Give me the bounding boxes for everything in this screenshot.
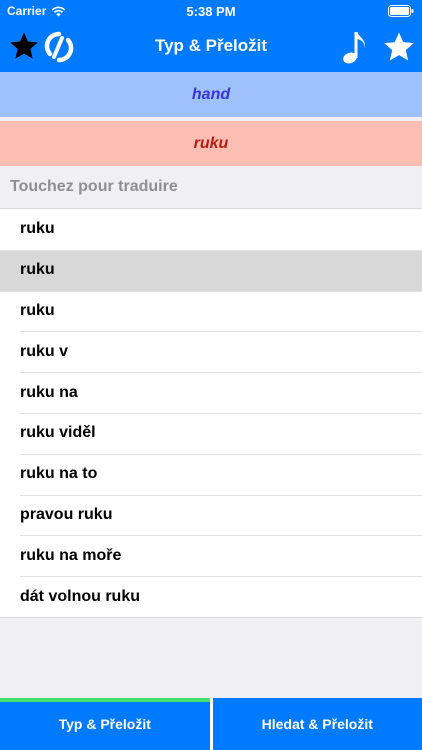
tab-type-translate[interactable]: Typ & Přeložit [0,698,210,750]
suggestions-header: Touchez pour traduire [10,178,178,195]
source-text-field[interactable]: hand [0,72,422,117]
translation-result[interactable]: ruku [0,121,422,166]
list-item-selected[interactable]: ruku [0,249,422,291]
list-item[interactable]: ruku na [0,372,422,413]
status-bar: Carrier 5:38 PM [0,0,422,22]
rate-star-icon[interactable] [382,30,416,64]
list-item[interactable]: dát volnou ruku [0,576,422,617]
music-note-icon[interactable] [340,28,370,66]
tab-bar: Typ & Přeložit Hledat & Přeložit [0,698,422,750]
tab-search-translate[interactable]: Hledat & Přeložit [212,698,422,750]
list-item[interactable]: pravou ruku [0,494,422,536]
translated-text: ruku [193,134,229,152]
list-item[interactable]: ruku na moře [0,535,422,576]
list-item[interactable]: ruku [0,209,422,250]
clock: 5:38 PM [186,4,236,19]
battery-icon [388,5,414,17]
suggestions-list: ruku ruku ruku ruku v ruku na ruku viděl… [0,208,422,618]
list-item[interactable]: ruku viděl [0,412,422,454]
navigation-bar: Typ & Přeložit [0,22,422,72]
list-item[interactable]: ruku [0,290,422,332]
list-item[interactable]: ruku na to [0,453,422,495]
source-text: hand [191,85,231,103]
list-item[interactable]: ruku v [0,331,422,372]
